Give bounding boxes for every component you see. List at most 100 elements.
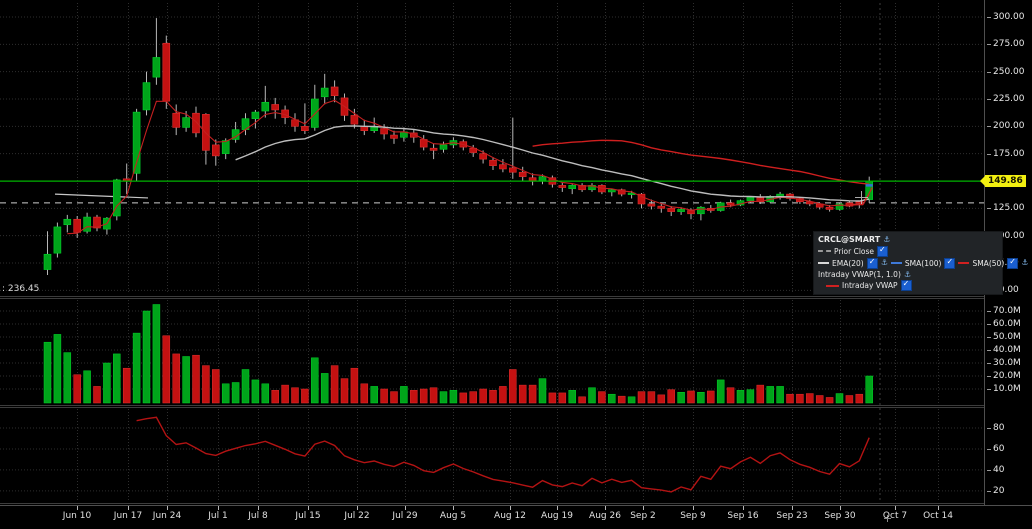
date-label: Sep 2 bbox=[630, 511, 656, 521]
volume-bar bbox=[410, 390, 417, 403]
volume-bar bbox=[618, 396, 625, 403]
candle-body bbox=[262, 102, 269, 111]
time-axis[interactable]: Jun 10Jun 17Jun 24Jul 1Jul 8Jul 15Jul 22… bbox=[0, 505, 1032, 529]
ema20-line bbox=[236, 126, 870, 201]
volume-bar bbox=[450, 390, 457, 403]
volume-bar bbox=[866, 376, 873, 403]
volume-bar bbox=[697, 392, 704, 403]
volume-bar bbox=[222, 384, 229, 403]
candle-body bbox=[371, 127, 378, 130]
date-tick bbox=[840, 506, 841, 510]
candle-body bbox=[529, 178, 536, 181]
symbol-label: CRCL@SMART bbox=[818, 235, 880, 245]
volume-bar bbox=[242, 370, 249, 404]
volume-bar bbox=[361, 384, 368, 403]
prior-close-checkbox[interactable] bbox=[877, 246, 888, 257]
price-tick-label: 125.00 bbox=[993, 203, 1025, 213]
volume-bar bbox=[163, 336, 170, 403]
volume-bar bbox=[737, 390, 744, 403]
sma100-checkbox[interactable] bbox=[944, 258, 955, 269]
volume-bar bbox=[321, 373, 328, 403]
date-label: Aug 5 bbox=[440, 511, 466, 521]
volume-bar bbox=[519, 385, 526, 403]
date-tick bbox=[258, 506, 259, 510]
volume-bar bbox=[113, 354, 120, 403]
sma50-checkbox[interactable] bbox=[1007, 258, 1018, 269]
date-label: Sep 9 bbox=[680, 511, 706, 521]
candle-body bbox=[559, 185, 566, 187]
volume-bar bbox=[757, 385, 764, 403]
rsi-tick-label: 40 bbox=[993, 465, 1004, 475]
candle-body bbox=[509, 168, 516, 172]
volume-bar bbox=[668, 390, 675, 403]
date-label: Jun 24 bbox=[153, 511, 181, 521]
volume-bar bbox=[183, 357, 190, 404]
volume-bar bbox=[826, 397, 833, 403]
volume-bar bbox=[480, 389, 487, 403]
date-label: Aug 19 bbox=[541, 511, 573, 521]
price-tick-label: 275.00 bbox=[993, 39, 1025, 49]
volume-bar bbox=[549, 393, 556, 403]
anchor-icon[interactable] bbox=[1021, 258, 1028, 268]
price-tick-label: 300.00 bbox=[993, 12, 1025, 22]
volume-bar bbox=[292, 388, 299, 403]
volume-bar bbox=[301, 389, 308, 403]
volume-bar bbox=[559, 393, 566, 403]
anchor-icon[interactable] bbox=[881, 258, 888, 268]
date-label: Sep 30 bbox=[824, 511, 855, 521]
anchor-icon[interactable] bbox=[883, 235, 890, 245]
volume-bar bbox=[846, 396, 853, 404]
volume-bar bbox=[202, 366, 209, 403]
pane-separator[interactable] bbox=[0, 296, 984, 297]
rsi-tick-label: 20 bbox=[993, 486, 1004, 496]
volume-bar bbox=[381, 389, 388, 403]
volume-bar bbox=[272, 390, 279, 403]
vwap-title-label: Intraday VWAP(1, 1.0) bbox=[818, 270, 901, 279]
date-tick bbox=[605, 506, 606, 510]
rsi-tick-label: 80 bbox=[993, 423, 1004, 433]
price-tick-label: 175.00 bbox=[993, 149, 1025, 159]
volume-bar bbox=[856, 394, 863, 403]
prior-close-line-sample bbox=[818, 250, 831, 252]
volume-bar bbox=[707, 391, 714, 403]
sma100-line-sample bbox=[891, 262, 902, 264]
volume-bar bbox=[579, 397, 586, 403]
volume-bar bbox=[400, 386, 407, 403]
volume-bar bbox=[717, 380, 724, 403]
volume-bar bbox=[628, 397, 635, 403]
volume-tick-label: 70.0M bbox=[993, 306, 1021, 316]
volume-bar bbox=[282, 385, 289, 403]
candle-body bbox=[777, 194, 784, 196]
date-tick bbox=[938, 506, 939, 510]
date-tick bbox=[453, 506, 454, 510]
candle-body bbox=[826, 207, 833, 209]
volume-bar bbox=[193, 355, 200, 403]
candle-body bbox=[272, 104, 279, 109]
volume-bar bbox=[232, 383, 239, 404]
candle-body bbox=[222, 141, 229, 154]
anchor-icon[interactable] bbox=[904, 270, 911, 280]
volume-bar bbox=[262, 384, 269, 403]
candle-body bbox=[697, 207, 704, 214]
candle-body bbox=[391, 135, 398, 138]
candle-body bbox=[539, 177, 546, 181]
candle-body bbox=[648, 204, 655, 206]
pane-separator bbox=[0, 407, 984, 408]
chart-legend: CRCL@SMART Prior Close EMA(20) SMA(100) … bbox=[813, 231, 1003, 295]
candle-body bbox=[173, 113, 180, 127]
vwap-checkbox[interactable] bbox=[901, 280, 912, 291]
candle-body bbox=[163, 43, 170, 101]
candle-body bbox=[153, 57, 160, 77]
ema20-checkbox[interactable] bbox=[867, 258, 878, 269]
candle-body bbox=[331, 87, 338, 96]
volume-bar bbox=[371, 386, 378, 403]
candle-body bbox=[74, 219, 81, 232]
volume-bar bbox=[351, 368, 358, 403]
pane-separator[interactable] bbox=[0, 405, 984, 406]
candle-body bbox=[678, 209, 685, 211]
volume-bar bbox=[252, 380, 259, 403]
date-label: Aug 12 bbox=[494, 511, 526, 521]
sma100-label: SMA(100) bbox=[905, 259, 942, 268]
volume-bar bbox=[133, 333, 140, 403]
volume-bar bbox=[796, 394, 803, 403]
